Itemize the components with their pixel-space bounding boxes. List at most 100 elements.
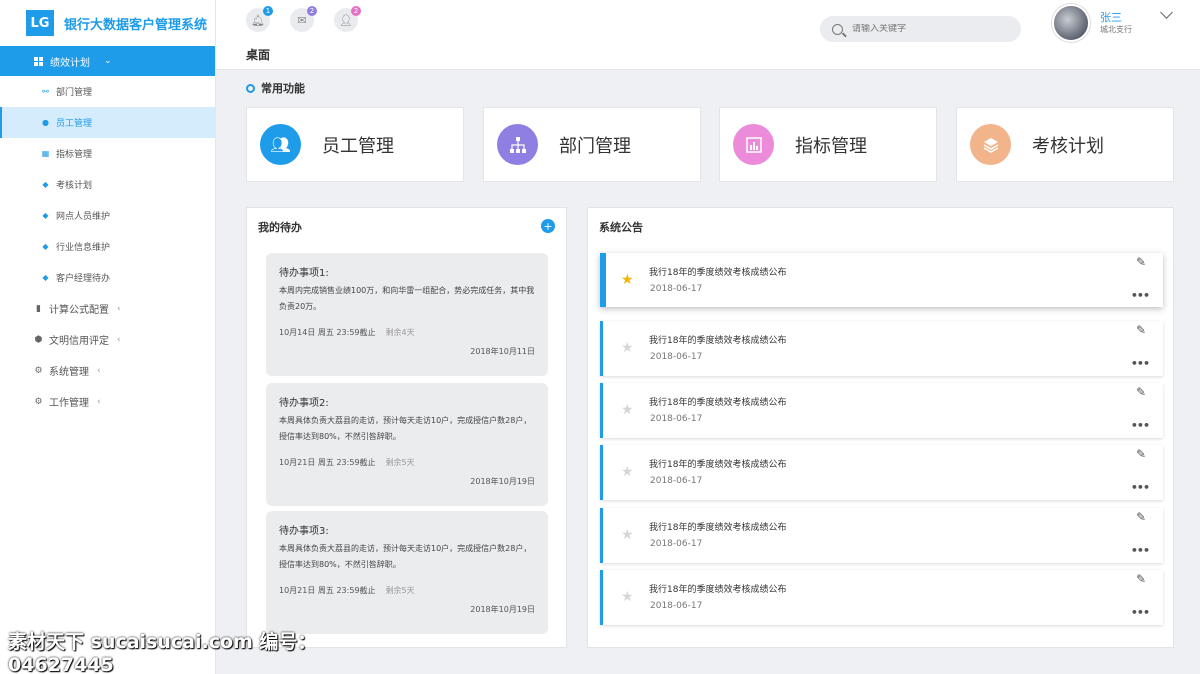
nav-group-credit[interactable]: ⬢ 文明信用评定 ‹ bbox=[0, 324, 215, 355]
nav-group-work[interactable]: ⚙ 工作管理 ‹ bbox=[0, 386, 215, 417]
todo-item-title: 待办事项2: bbox=[279, 398, 329, 409]
layers-icon: ◆ bbox=[42, 180, 49, 189]
notice-item[interactable]: ★ 我行18年的季度绩效考核成绩公布 2018-06-17 ✎ ••• bbox=[600, 253, 1163, 307]
edit-icon[interactable]: ✎ bbox=[1136, 386, 1149, 398]
search-input[interactable] bbox=[852, 24, 1002, 34]
sidebar: LG 银行大数据客户管理系统 绩效计划 ⌄ ⚯ 部门管理 ● 员工管理 ▦ 指标… bbox=[0, 0, 216, 674]
todo-item-deadline: 10月21日 周五 23:59截止 剩余5天 bbox=[279, 585, 535, 596]
sidebar-item-industry-info[interactable]: ◆ 行业信息维护 bbox=[0, 231, 215, 262]
sidebar-item-indicator[interactable]: ▦ 指标管理 bbox=[0, 138, 215, 169]
quick-card-label: 指标管理 bbox=[795, 135, 867, 157]
chart-icon bbox=[733, 124, 774, 165]
sidebar-item-employee[interactable]: ● 员工管理 bbox=[0, 107, 215, 138]
notice-item[interactable]: ★ 我行18年的季度绩效考核成绩公布 2018-06-17 ✎ ••• bbox=[600, 383, 1163, 438]
search-box[interactable] bbox=[820, 16, 1021, 42]
user-name[interactable]: 张三 bbox=[1100, 9, 1122, 25]
star-icon[interactable]: ★ bbox=[621, 527, 634, 543]
sidebar-item-department[interactable]: ⚯ 部门管理 bbox=[0, 76, 215, 107]
quick-card-assessment-plan[interactable]: 考核计划 bbox=[956, 107, 1174, 182]
sitemap-icon: ⚯ bbox=[42, 87, 49, 96]
nav-group-formula[interactable]: ▮ 计算公式配置 ‹ bbox=[0, 293, 215, 324]
edit-icon[interactable]: ✎ bbox=[1136, 573, 1149, 585]
todo-item-body: 本周具体负责大荔县的走访，预计每天走访10户，完成授信户数28户，授信率达到80… bbox=[279, 544, 532, 569]
todo-item[interactable]: 待办事项2: 本周具体负责大荔县的走访，预计每天走访10户，完成授信户数28户，… bbox=[266, 383, 548, 506]
todo-item-date: 2018年10月19日 bbox=[470, 477, 535, 486]
grid-icon bbox=[34, 56, 43, 66]
sidebar-item-branch-staff[interactable]: ◆ 网点人员维护 bbox=[0, 200, 215, 231]
notice-date: 2018-06-17 bbox=[650, 539, 703, 549]
sitemap-icon bbox=[497, 124, 538, 165]
user-branch: 城北支行 bbox=[1100, 25, 1132, 34]
notice-item[interactable]: ★ 我行18年的季度绩效考核成绩公布 2018-06-17 ✎ ••• bbox=[600, 508, 1163, 563]
user-icon: 👤︎ bbox=[339, 13, 353, 27]
sidebar-item-label: 行业信息维护 bbox=[56, 243, 111, 253]
quick-card-indicator[interactable]: 指标管理 bbox=[719, 107, 937, 182]
notice-panel: 系统公告 ★ 我行18年的季度绩效考核成绩公布 2018-06-17 ✎ •••… bbox=[587, 207, 1174, 648]
user-badge: 2 bbox=[351, 6, 361, 16]
users-icon: ● bbox=[42, 118, 49, 127]
page-title: 桌面 bbox=[246, 48, 271, 62]
quick-card-employee[interactable]: 👥︎ 员工管理 bbox=[246, 107, 464, 182]
layers-icon: ◆ bbox=[42, 273, 49, 282]
notice-item[interactable]: ★ 我行18年的季度绩效考核成绩公布 2018-06-17 ✎ ••• bbox=[600, 570, 1163, 625]
nav-group-label: 绩效计划 bbox=[50, 57, 90, 69]
nav-group-label: 系统管理 bbox=[49, 367, 89, 378]
more-icon[interactable]: ••• bbox=[1131, 481, 1150, 494]
gear-icon: ⚙ bbox=[34, 396, 43, 407]
quick-card-label: 考核计划 bbox=[1032, 135, 1104, 157]
more-icon[interactable]: ••• bbox=[1131, 606, 1150, 619]
edit-icon[interactable]: ✎ bbox=[1136, 256, 1149, 268]
app-title: 银行大数据客户管理系统 bbox=[64, 17, 208, 33]
avatar[interactable] bbox=[1052, 4, 1090, 42]
sidebar-item-assessment-plan[interactable]: ◆ 考核计划 bbox=[0, 169, 215, 200]
chevron-left-icon: ‹ bbox=[117, 303, 121, 314]
chevron-left-icon: ‹ bbox=[97, 365, 101, 376]
nav-group-system[interactable]: ⚙ 系统管理 ‹ bbox=[0, 355, 215, 386]
message-badge: 2 bbox=[307, 6, 317, 16]
nav-group-performance[interactable]: 绩效计划 ⌄ bbox=[0, 46, 215, 76]
notice-item[interactable]: ★ 我行18年的季度绩效考核成绩公布 2018-06-17 ✎ ••• bbox=[600, 321, 1163, 376]
quick-card-department[interactable]: 部门管理 bbox=[483, 107, 701, 182]
chevron-left-icon: ‹ bbox=[97, 396, 101, 407]
user-requests-button[interactable]: 👤︎ 2 bbox=[334, 6, 361, 32]
more-icon[interactable]: ••• bbox=[1131, 419, 1150, 432]
cube-icon: ⬢ bbox=[34, 334, 43, 345]
notice-panel-title: 系统公告 bbox=[599, 221, 643, 234]
sidebar-item-label: 部门管理 bbox=[56, 88, 93, 98]
edit-icon[interactable]: ✎ bbox=[1136, 511, 1149, 523]
sidebar-item-label: 网点人员维护 bbox=[56, 212, 111, 222]
chart-icon: ▦ bbox=[41, 149, 50, 158]
chevron-down-icon: ⌄ bbox=[104, 56, 112, 66]
add-todo-button[interactable]: + bbox=[541, 219, 555, 233]
star-icon[interactable]: ★ bbox=[621, 402, 634, 418]
nav-group-label: 工作管理 bbox=[49, 398, 89, 409]
edit-icon[interactable]: ✎ bbox=[1136, 324, 1149, 336]
notice-date: 2018-06-17 bbox=[650, 284, 703, 294]
message-button[interactable]: ✉ 2 bbox=[290, 6, 317, 32]
notice-title: 我行18年的季度绩效考核成绩公布 bbox=[649, 398, 787, 408]
layers-icon: ◆ bbox=[42, 242, 49, 251]
chevron-down-icon[interactable] bbox=[1160, 6, 1173, 19]
sidebar-item-manager-todo[interactable]: ◆ 客户经理待办 bbox=[0, 262, 215, 293]
more-icon[interactable]: ••• bbox=[1131, 357, 1150, 370]
star-icon[interactable]: ★ bbox=[621, 272, 634, 288]
more-icon[interactable]: ••• bbox=[1131, 544, 1150, 557]
edit-icon[interactable]: ✎ bbox=[1136, 448, 1149, 460]
bell-icon: 🔔︎ bbox=[251, 13, 265, 27]
star-icon[interactable]: ★ bbox=[621, 340, 634, 356]
notice-title: 我行18年的季度绩效考核成绩公布 bbox=[649, 268, 787, 278]
more-icon[interactable]: ••• bbox=[1131, 289, 1150, 302]
quick-section-header: 常用功能 bbox=[246, 80, 305, 96]
notification-button[interactable]: 🔔︎ 1 bbox=[246, 6, 273, 32]
quick-section-title: 常用功能 bbox=[261, 82, 305, 95]
notice-date: 2018-06-17 bbox=[650, 476, 703, 486]
star-icon[interactable]: ★ bbox=[621, 464, 634, 480]
todo-item[interactable]: 待办事项1: 本周内完成销售业绩100万，和向华雷一组配合，势必完成任务，其中我… bbox=[266, 253, 548, 376]
todo-item[interactable]: 待办事项3: 本周具体负责大荔县的走访，预计每天走访10户，完成授信户数28户，… bbox=[266, 511, 548, 634]
notice-title: 我行18年的季度绩效考核成绩公布 bbox=[649, 460, 787, 470]
quick-card-label: 部门管理 bbox=[559, 135, 631, 157]
star-icon[interactable]: ★ bbox=[621, 589, 634, 605]
deadline-text: 10月21日 周五 23:59截止 bbox=[279, 586, 376, 595]
layers-icon bbox=[970, 124, 1011, 165]
notice-item[interactable]: ★ 我行18年的季度绩效考核成绩公布 2018-06-17 ✎ ••• bbox=[600, 445, 1163, 500]
